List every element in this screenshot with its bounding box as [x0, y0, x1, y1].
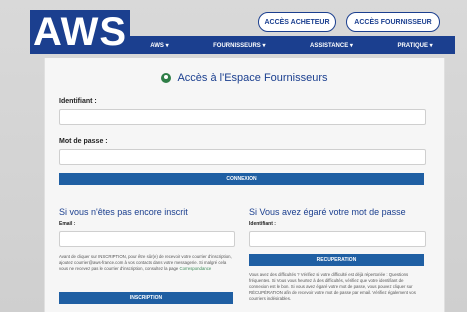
identifiant-input[interactable]	[59, 109, 426, 125]
login-title-row: Accès à l'Espace Fournisseurs	[45, 70, 444, 86]
site-header: AWS ACCÈS ACHETEUR ACCÈS FOURNISSEUR AWS…	[0, 0, 467, 58]
password-label: Mot de passe :	[59, 138, 108, 145]
email-input[interactable]	[59, 231, 235, 247]
recover-identifiant-label: Identifiant :	[249, 221, 276, 227]
recover-title: Si Vous avez égaré votre mot de passe	[249, 207, 406, 217]
email-label: Email :	[59, 221, 76, 227]
password-input[interactable]	[59, 149, 426, 165]
aws-logo[interactable]: AWS	[30, 10, 130, 54]
supplier-access-button[interactable]: ACCÈS FOURNISSEUR	[346, 12, 440, 32]
page: AWS ACCÈS ACHETEUR ACCÈS FOURNISSEUR AWS…	[0, 0, 467, 312]
recover-info-text: Vous avez des difficultés ? Vérifiez si …	[249, 272, 416, 301]
nav-item-aws[interactable]: AWS ▾	[150, 42, 168, 49]
register-button[interactable]: INSCRIPTION	[59, 292, 233, 304]
buyer-access-button[interactable]: ACCÈS ACHETEUR	[258, 12, 336, 32]
main-nav: AWS ▾ FOURNISSEURS ▾ ASSISTANCE ▾ PRATIQ…	[128, 36, 455, 54]
user-icon	[161, 73, 172, 83]
logo-text: AWS	[32, 9, 128, 54]
login-card: Accès à l'Espace Fournisseurs Identifian…	[44, 58, 445, 312]
connect-button[interactable]: CONNEXION	[59, 173, 424, 185]
register-title: Si vous n'êtes pas encore inscrit	[59, 207, 188, 217]
correspondance-link[interactable]: Correspondance	[180, 266, 212, 271]
page-title: Accès à l'Espace Fournisseurs	[177, 72, 328, 84]
recover-identifiant-input[interactable]	[249, 231, 426, 247]
nav-item-assistance[interactable]: ASSISTANCE ▾	[310, 42, 353, 49]
nav-item-pratique[interactable]: PRATIQUE ▾	[397, 42, 432, 49]
nav-item-fournisseurs[interactable]: FOURNISSEURS ▾	[213, 42, 265, 49]
register-info-text: Avant de cliquer sur INSCRIPTION, pour ê…	[59, 254, 232, 271]
recover-button[interactable]: RECUPERATION	[249, 254, 424, 266]
identifiant-label: Identifiant :	[59, 98, 97, 105]
